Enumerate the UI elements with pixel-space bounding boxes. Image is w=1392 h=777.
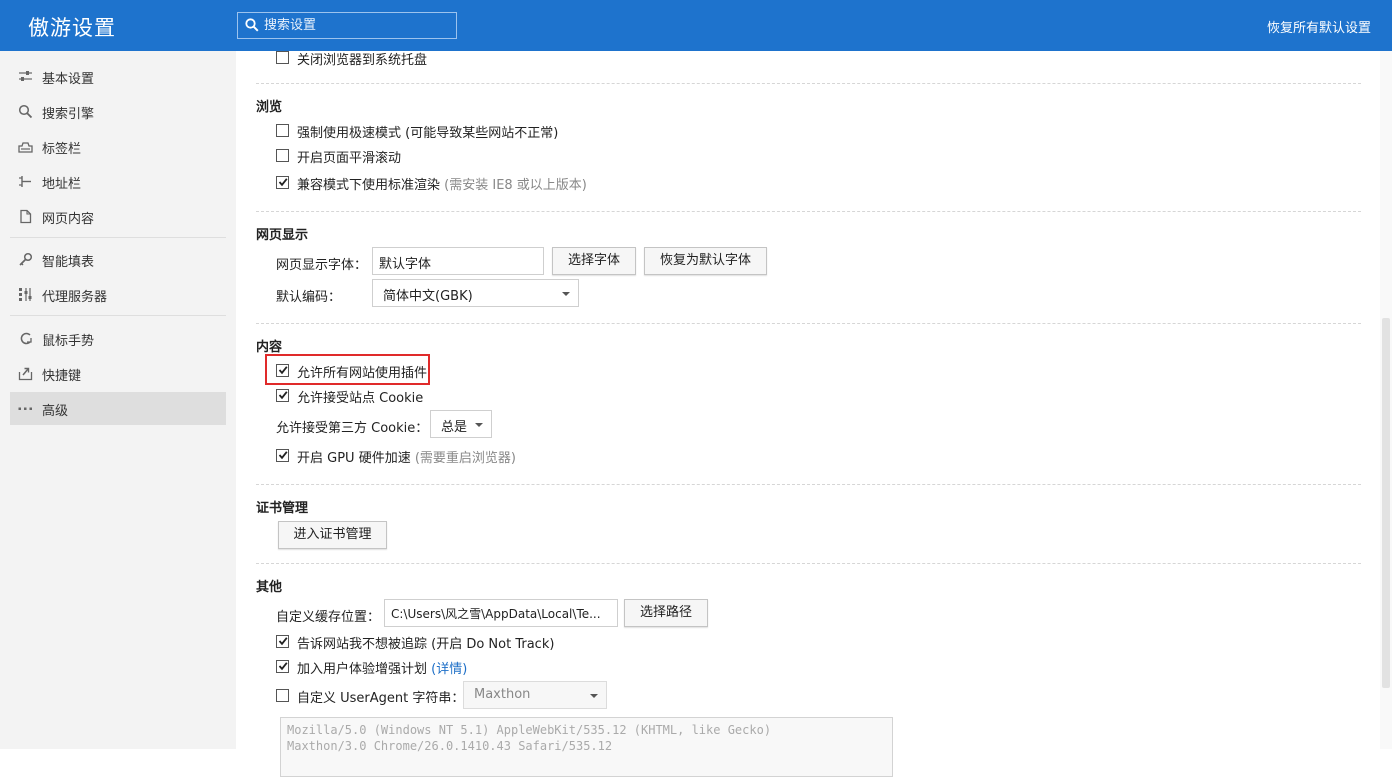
sidebar-item-label: 快捷键 [42, 369, 82, 384]
sidebar-divider [10, 237, 226, 238]
choose-font-button[interactable]: 选择字体 [552, 247, 636, 275]
sidebar-item-label: 地址栏 [42, 177, 82, 192]
option-hint: (需安装 IE8 或以上版本) [444, 178, 587, 193]
document-icon [20, 209, 32, 224]
ux-plan-details-link[interactable]: (详情) [431, 662, 467, 677]
chevron-down-icon [590, 694, 598, 698]
useragent-textarea[interactable]: Mozilla/5.0 (Windows NT 5.1) AppleWebKit… [280, 717, 893, 777]
section-divider [256, 211, 1361, 212]
cache-location-field[interactable]: C:\Users\风之雪\AppData\Local\Te... [384, 599, 618, 627]
more-icon [18, 407, 32, 410]
sliders-icon [19, 71, 32, 81]
chevron-down-icon [475, 423, 483, 427]
sidebar-item-shortcuts[interactable]: 快捷键 [10, 357, 226, 390]
sidebar-item-basic[interactable]: 基本设置 [10, 60, 226, 93]
option-hint: (需要重启浏览器) [414, 451, 516, 466]
option-label: 开启 GPU 硬件加速 [297, 451, 411, 466]
sidebar-item-label: 网页内容 [42, 212, 95, 227]
section-title-certificates: 证书管理 [256, 501, 309, 516]
restore-default-font-button[interactable]: 恢复为默认字体 [644, 247, 767, 275]
option-label: 加入用户体验增强计划 [297, 662, 428, 677]
section-divider [256, 323, 1361, 324]
search-box[interactable] [237, 12, 457, 39]
header-bar: 傲游设置 恢复所有默认设置 [0, 0, 1392, 51]
section-title-browse: 浏览 [256, 100, 283, 115]
useragent-text-line: Mozilla/5.0 (Windows NT 5.1) AppleWebKit… [287, 723, 772, 737]
compat-standard-render-checkbox[interactable] [276, 176, 289, 189]
allow-cookie-checkbox[interactable] [276, 389, 289, 402]
encoding-value: 简体中文(GBK) [383, 289, 473, 304]
section-title-other: 其他 [256, 580, 283, 595]
search-icon [245, 18, 259, 32]
sidebar: 基本设置 搜索引擎 标签栏 地址栏 网页内容 智能填表 代理服务器 鼠标手势 快… [0, 51, 236, 749]
checkmark-icon [278, 366, 288, 375]
close-to-tray-checkbox[interactable] [276, 51, 289, 64]
shortcut-icon [18, 367, 33, 381]
search-input[interactable] [264, 15, 450, 36]
checkmark-icon [278, 178, 288, 187]
sidebar-divider [10, 315, 226, 316]
checkmark-icon [278, 662, 288, 671]
useragent-select[interactable]: Maxthon [463, 681, 607, 709]
sidebar-item-label: 搜索引擎 [42, 107, 95, 122]
cache-location-label: 自定义缓存位置： [276, 610, 381, 625]
encoding-select[interactable]: 简体中文(GBK) [372, 279, 579, 307]
restore-all-defaults-link[interactable]: 恢复所有默认设置 [1267, 17, 1371, 36]
force-fast-mode-checkbox[interactable] [276, 124, 289, 137]
sidebar-item-label: 高级 [42, 404, 69, 419]
section-title-display: 网页显示 [256, 228, 309, 243]
chevron-down-icon [562, 292, 570, 296]
sidebar-item-address-bar[interactable]: 地址栏 [10, 165, 226, 198]
manage-certificates-button[interactable]: 进入证书管理 [278, 521, 387, 549]
key-icon [19, 252, 33, 266]
app-title: 傲游设置 [28, 16, 116, 40]
sidebar-item-tabs[interactable]: 标签栏 [10, 130, 226, 163]
font-label: 网页显示字体： [276, 258, 368, 273]
section-title-content: 内容 [256, 340, 283, 355]
sidebar-item-proxy[interactable]: 代理服务器 [10, 278, 226, 311]
section-divider [256, 83, 1361, 84]
sidebar-item-search-engine[interactable]: 搜索引擎 [10, 95, 226, 128]
choose-path-button[interactable]: 选择路径 [624, 599, 708, 627]
useragent-text-line: Maxthon/3.0 Chrome/26.0.1410.43 Safari/5… [287, 739, 613, 753]
useragent-value: Maxthon [474, 687, 531, 702]
tabs-icon [18, 142, 33, 153]
scrollbar[interactable] [1380, 51, 1392, 749]
sidebar-item-label: 代理服务器 [42, 290, 108, 305]
settings-content: 关闭浏览器到系统托盘 浏览 强制使用极速模式 (可能导致某些网站不正常) 开启页… [236, 51, 1380, 777]
checkmark-icon [278, 391, 288, 400]
smooth-scroll-checkbox[interactable] [276, 149, 289, 162]
mouse-gesture-icon [20, 332, 32, 345]
search-icon [18, 104, 33, 119]
gpu-acceleration-checkbox[interactable] [276, 449, 289, 462]
do-not-track-checkbox[interactable] [276, 635, 289, 648]
allow-plugins-checkbox[interactable] [276, 364, 289, 377]
third-party-cookie-select[interactable]: 总是 [430, 410, 492, 438]
proxy-icon [19, 288, 32, 301]
checkmark-icon [278, 637, 288, 646]
address-bar-icon [19, 176, 31, 187]
third-party-cookie-label: 允许接受第三方 Cookie： [276, 421, 429, 436]
sidebar-item-label: 鼠标手势 [42, 334, 95, 349]
sidebar-item-label: 标签栏 [42, 142, 82, 157]
sidebar-item-page-content[interactable]: 网页内容 [10, 200, 226, 233]
option-label: 兼容模式下使用标准渲染 [297, 178, 441, 193]
checkmark-icon [278, 451, 288, 460]
third-party-cookie-value: 总是 [441, 420, 468, 435]
sidebar-item-autofill[interactable]: 智能填表 [10, 243, 226, 276]
section-divider [256, 484, 1361, 485]
sidebar-item-advanced[interactable]: 高级 [10, 392, 226, 425]
encoding-label: 默认编码： [276, 290, 342, 305]
scrollbar-thumb[interactable] [1382, 318, 1390, 688]
section-divider [256, 563, 1361, 564]
sidebar-item-label: 基本设置 [42, 72, 95, 87]
sidebar-item-mouse-gestures[interactable]: 鼠标手势 [10, 322, 226, 355]
custom-useragent-checkbox[interactable] [276, 689, 289, 702]
font-field[interactable]: 默认字体 [372, 247, 544, 275]
ux-plan-checkbox[interactable] [276, 660, 289, 673]
sidebar-item-label: 智能填表 [42, 255, 95, 270]
